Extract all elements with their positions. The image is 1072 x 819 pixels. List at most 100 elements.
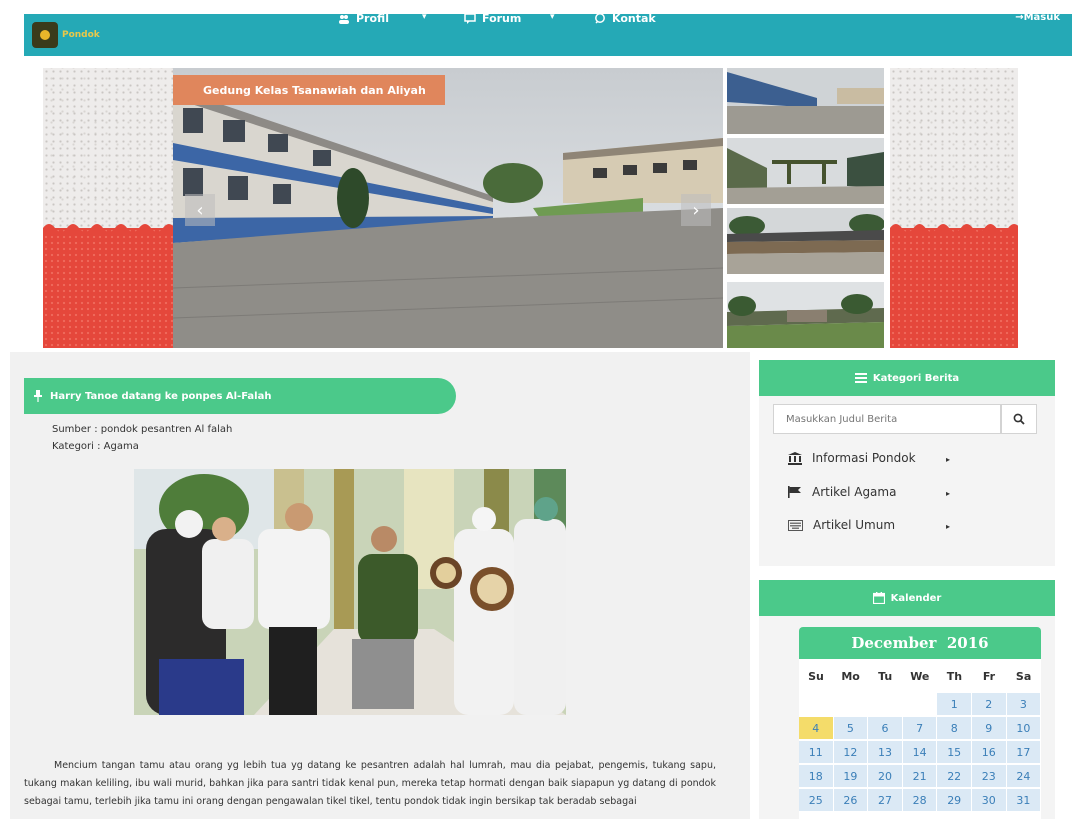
article-body: Mencium tangan tamu atau orang yg lebih … — [24, 760, 716, 807]
building-photo — [173, 68, 723, 348]
calendar-day[interactable]: 25 — [799, 789, 833, 811]
calendar-day[interactable]: 11 — [799, 741, 833, 763]
logo-mark — [32, 22, 58, 48]
slider-next-button[interactable]: › — [681, 194, 711, 226]
calendar-day[interactable]: 1 — [937, 693, 971, 715]
scallop-edge — [890, 224, 1018, 236]
calendar-day[interactable]: 7 — [902, 717, 937, 739]
main-slide-image: Gedung Kelas Tsanawiah dan Aliyah ‹ › — [173, 68, 723, 348]
calendar-day[interactable]: 13 — [868, 741, 902, 763]
calendar-day[interactable]: 31 — [1006, 789, 1041, 811]
nav-profil-label: Profil — [356, 12, 389, 25]
calendar-day[interactable]: 10 — [1006, 717, 1041, 739]
calendar-month-title: December 2016 — [799, 627, 1041, 659]
calendar-weekday: Mo — [841, 669, 860, 683]
calendar-day-today[interactable]: 4 — [799, 717, 833, 739]
hero-decor-left — [43, 68, 173, 348]
search-button[interactable] — [1001, 404, 1037, 434]
thumbnail[interactable] — [727, 208, 884, 274]
red-pattern — [43, 228, 173, 348]
category-label: Artikel Umum — [813, 518, 896, 532]
speckle-pattern — [43, 68, 173, 228]
calendar-icon — [872, 592, 885, 604]
calendar-day[interactable]: 22 — [937, 765, 971, 787]
hero-decor-right — [890, 68, 1018, 348]
slider-thumbnails — [727, 68, 884, 348]
flag-icon — [788, 486, 801, 498]
users-icon — [339, 14, 349, 24]
nav-forum[interactable]: Forum — [464, 12, 521, 25]
keyboard-icon — [788, 519, 803, 531]
chevron-down-icon[interactable]: ▾ — [550, 12, 555, 22]
calendar-weekday: Sa — [1015, 669, 1032, 683]
calendar-day[interactable]: 14 — [902, 741, 937, 763]
calendar-day[interactable]: 2 — [972, 693, 1006, 715]
top-navbar: Pondok — [24, 14, 1072, 56]
calendar-day[interactable]: 6 — [868, 717, 902, 739]
caret-right-icon: ▸ — [946, 489, 951, 498]
calendar-day[interactable]: 3 — [1006, 693, 1041, 715]
pin-icon — [34, 390, 42, 402]
calendar-weekday: We — [910, 669, 930, 683]
calendar-day[interactable]: 8 — [937, 717, 971, 739]
site-logo[interactable]: Pondok — [32, 20, 122, 50]
thumbnail[interactable] — [727, 138, 884, 204]
nav-profil[interactable]: Profil — [338, 12, 389, 25]
category-item-informasi-pondok[interactable]: Informasi Pondok — [788, 451, 916, 465]
article-source: Sumber : pondok pesantren Al falah — [52, 424, 233, 435]
calendar-weekday: Tu — [878, 669, 893, 683]
caret-right-icon: ▸ — [946, 522, 951, 531]
speckle-pattern — [890, 68, 1018, 228]
calendar-day[interactable]: 23 — [972, 765, 1006, 787]
category-header: Kategori Berita — [759, 360, 1055, 396]
calendar-day[interactable]: 20 — [868, 765, 902, 787]
login-link[interactable]: →Masuk — [1015, 12, 1060, 23]
calendar-day[interactable]: 26 — [833, 789, 868, 811]
calendar-month: December — [851, 634, 937, 652]
calendar-day[interactable]: 21 — [902, 765, 937, 787]
nav-kontak[interactable]: Kontak — [594, 12, 656, 25]
calendar-day[interactable]: 15 — [937, 741, 971, 763]
calendar-weekday: Fr — [982, 669, 996, 683]
search-input[interactable] — [773, 404, 1001, 434]
chevron-right-icon: › — [692, 199, 700, 221]
caret-right-icon: ▸ — [946, 455, 951, 464]
thumbnail[interactable] — [727, 282, 884, 348]
calendar-day[interactable]: 17 — [1006, 741, 1041, 763]
chat-icon — [595, 13, 605, 24]
calendar-day[interactable]: 28 — [902, 789, 937, 811]
nav-kontak-label: Kontak — [612, 12, 656, 25]
nav-forum-label: Forum — [482, 12, 522, 25]
article-category: Kategori : Agama — [52, 441, 139, 452]
slider-prev-button[interactable]: ‹ — [185, 194, 215, 226]
article-title-bar[interactable]: Harry Tanoe datang ke ponpes Al-Falah — [24, 378, 456, 414]
calendar-day[interactable]: 30 — [972, 789, 1006, 811]
calendar-day[interactable]: 27 — [868, 789, 902, 811]
scallop-edge — [43, 224, 173, 236]
calendar-day[interactable]: 18 — [799, 765, 833, 787]
category-label: Informasi Pondok — [812, 451, 916, 465]
calendar-day[interactable]: 5 — [833, 717, 868, 739]
category-item-artikel-umum[interactable]: Artikel Umum — [788, 518, 895, 532]
calendar-day[interactable]: 12 — [833, 741, 868, 763]
calendar-weekday: Su — [808, 669, 824, 683]
category-label: Artikel Agama — [812, 485, 897, 499]
article-title: Harry Tanoe datang ke ponpes Al-Falah — [50, 390, 272, 402]
slide-caption: Gedung Kelas Tsanawiah dan Aliyah — [173, 75, 445, 105]
chevron-down-icon[interactable]: ▾ — [422, 12, 427, 22]
thumbnail[interactable] — [727, 68, 884, 134]
calendar-day[interactable]: 24 — [1006, 765, 1041, 787]
article-photo — [134, 469, 566, 715]
category-item-artikel-agama[interactable]: Artikel Agama — [788, 485, 896, 499]
category-header-label: Kategori Berita — [872, 372, 960, 384]
calendar-day[interactable]: 19 — [833, 765, 868, 787]
chevron-left-icon: ‹ — [196, 199, 204, 221]
institution-icon — [788, 451, 802, 465]
page: Pondok Profil ▾ Forum ▾ Kontak →Masuk Ge… — [0, 0, 1072, 819]
calendar-header: Kalender — [759, 580, 1055, 616]
comment-icon — [464, 13, 476, 24]
calendar-day[interactable]: 29 — [937, 789, 971, 811]
calendar-day[interactable]: 16 — [972, 741, 1006, 763]
list-icon — [854, 373, 867, 383]
calendar-day[interactable]: 9 — [972, 717, 1006, 739]
